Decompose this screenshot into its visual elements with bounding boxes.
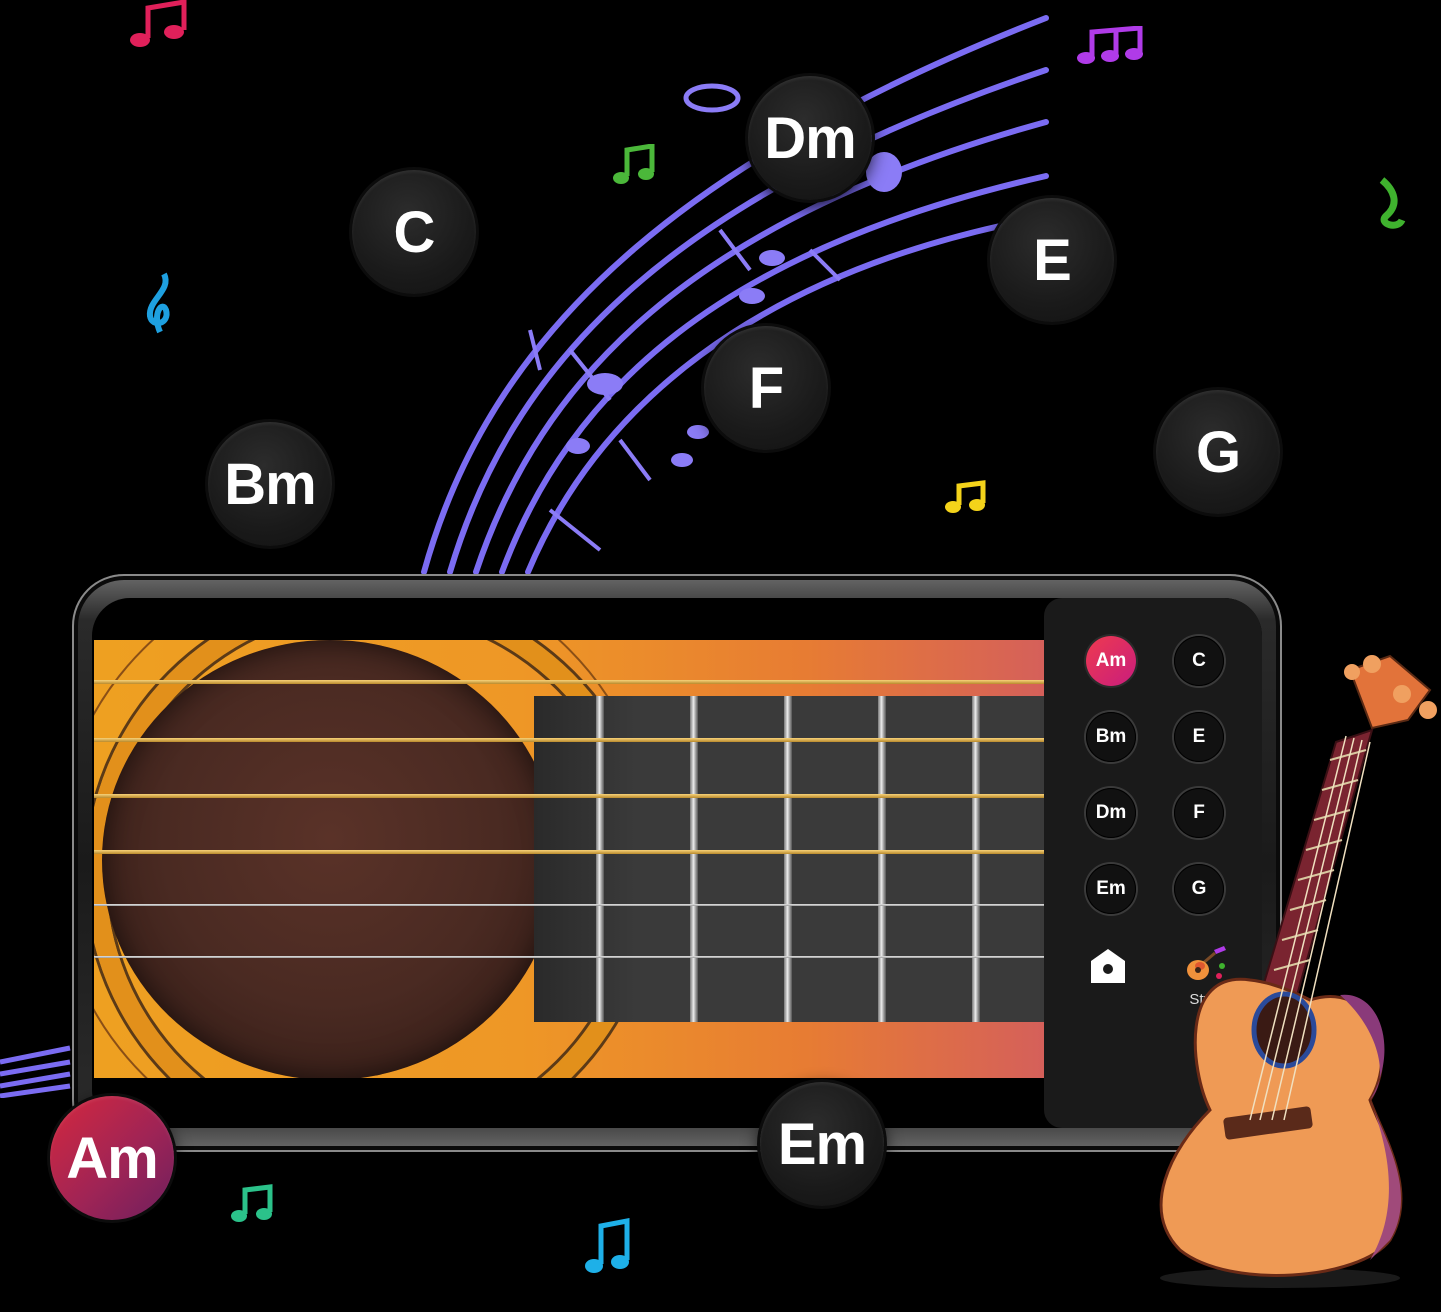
chord-bubble-g[interactable]: G <box>1156 390 1280 514</box>
ukulele-illustration <box>1159 654 1437 1288</box>
guitar-string[interactable] <box>94 738 1044 742</box>
chord-button-bm[interactable]: Bm <box>1086 712 1136 762</box>
fretboard <box>534 696 1044 1022</box>
home-icon[interactable] <box>1088 946 1128 986</box>
treble-clef-icon <box>1379 177 1406 229</box>
fret <box>972 696 980 1022</box>
guitar-string[interactable] <box>94 794 1044 798</box>
guitar-string[interactable] <box>94 956 1044 958</box>
chord-bubble-bm[interactable]: Bm <box>208 422 332 546</box>
music-note-icon <box>945 480 986 513</box>
treble-clef-icon <box>147 272 170 334</box>
phone-frame: Am C Bm E Dm F Em G <box>72 574 1282 1152</box>
chord-button-em[interactable]: Em <box>1086 864 1136 914</box>
fret <box>878 696 886 1022</box>
music-note-icon <box>1077 26 1143 64</box>
phone-screen: Am C Bm E Dm F Em G <box>92 598 1262 1128</box>
music-note-icon <box>585 1218 630 1273</box>
sound-hole <box>102 640 558 1078</box>
chord-bubble-dm[interactable]: Dm <box>748 76 872 200</box>
chord-button-am[interactable]: Am <box>1086 636 1136 686</box>
music-note-icon <box>231 1184 273 1222</box>
chord-button-dm[interactable]: Dm <box>1086 788 1136 838</box>
guitar-string[interactable] <box>94 850 1044 854</box>
music-staff-fragment <box>0 1045 71 1098</box>
chord-bubble-c[interactable]: C <box>352 170 476 294</box>
fret <box>596 696 604 1022</box>
fret <box>784 696 792 1022</box>
chord-bubble-f[interactable]: F <box>704 326 828 450</box>
fret <box>690 696 698 1022</box>
guitar-string[interactable] <box>94 904 1044 906</box>
chord-bubble-e[interactable]: E <box>990 198 1114 322</box>
guitar-string[interactable] <box>94 680 1044 684</box>
chord-bubble-am[interactable]: Am <box>50 1096 174 1220</box>
music-note-icon <box>613 144 655 184</box>
guitar-body <box>94 640 1044 1078</box>
chord-bubble-em[interactable]: Em <box>760 1082 884 1206</box>
music-note-icon <box>130 0 187 47</box>
